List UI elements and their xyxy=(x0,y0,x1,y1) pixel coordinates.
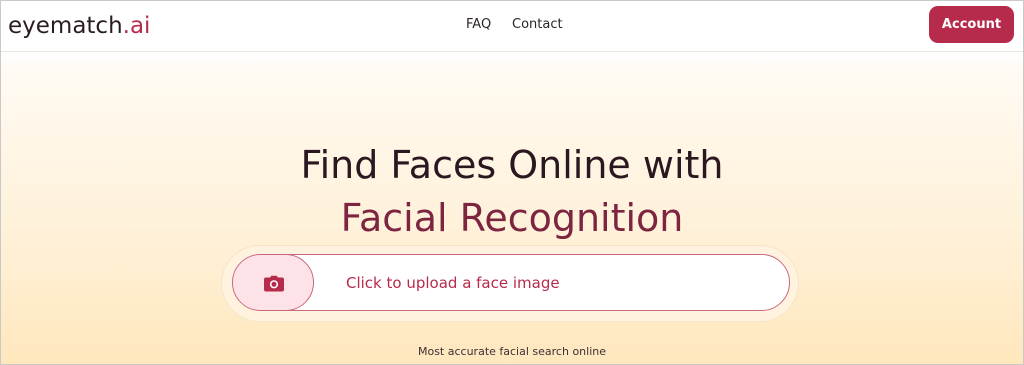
brand-logo[interactable]: eyematch.ai xyxy=(8,12,150,40)
upload-panel: Click to upload a face image xyxy=(222,246,798,321)
logo-accent: .ai xyxy=(122,13,151,39)
camera-icon xyxy=(264,275,284,292)
page-frame: eyematch.ai FAQ Contact Account Find Fac… xyxy=(0,0,1024,365)
upload-face-image-button[interactable]: Click to upload a face image xyxy=(232,254,790,311)
account-button[interactable]: Account xyxy=(929,6,1014,43)
hero-title: Find Faces Online with Facial Recognitio… xyxy=(1,139,1023,245)
nav-faq-link[interactable]: FAQ xyxy=(466,16,491,34)
hero-title-line1: Find Faces Online with xyxy=(300,143,724,188)
hero-title-line2: Facial Recognition xyxy=(340,196,684,241)
nav-contact-link[interactable]: Contact xyxy=(512,16,563,34)
tagline: Most accurate facial search online xyxy=(417,345,606,358)
site-header: eyematch.ai FAQ Contact Account xyxy=(1,1,1023,52)
camera-button[interactable] xyxy=(233,255,314,310)
logo-wordmark: eyematch xyxy=(8,13,123,39)
upload-label: Click to upload a face image xyxy=(346,274,560,292)
